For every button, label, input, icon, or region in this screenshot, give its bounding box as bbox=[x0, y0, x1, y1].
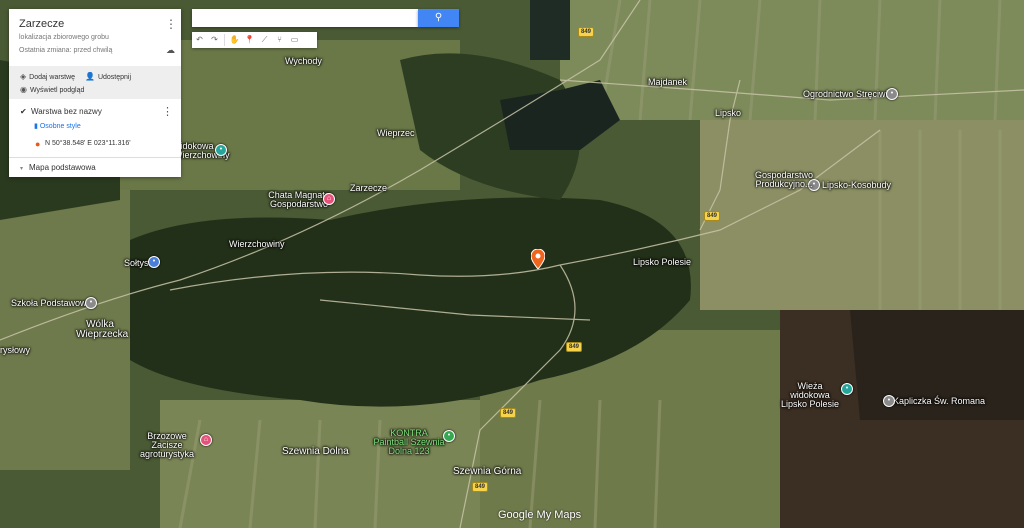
chevron-down-icon: ▾ bbox=[20, 166, 24, 172]
layer-name: Warstwa bez nazwy bbox=[31, 107, 102, 116]
place-label[interactable]: Wólka Wieprzecka bbox=[76, 320, 128, 340]
place-label[interactable]: Wierzchowiny bbox=[229, 239, 285, 249]
layers-icon: ◈ bbox=[20, 72, 27, 81]
individual-styles-label: Osobne style bbox=[39, 123, 81, 130]
poi-marker-icon[interactable]: • bbox=[886, 88, 898, 100]
map-panel: Zarzecze ⋮ lokalizacja zbiorowego grobu … bbox=[9, 9, 181, 177]
place-label[interactable]: Brzozowe Zacisze agroturystyka bbox=[134, 432, 200, 459]
orange-pin-icon: ● bbox=[35, 139, 41, 149]
place-label[interactable]: rysłowy bbox=[0, 345, 30, 355]
preview-button[interactable]: ◉ Wyświetl podgląd bbox=[20, 85, 84, 94]
place-label[interactable]: Szewnia Górna bbox=[453, 466, 521, 477]
toolbar-divider bbox=[224, 34, 225, 46]
search-icon: ⚲ bbox=[434, 12, 443, 23]
coordinate-item[interactable]: N 50°38.548' E 023°11.316' bbox=[45, 140, 131, 147]
ruler-icon[interactable]: ▭ bbox=[287, 32, 302, 48]
hand-icon[interactable]: ✋ bbox=[227, 32, 242, 48]
line-icon[interactable]: ⟋ bbox=[257, 32, 272, 48]
place-label[interactable]: Sołtys bbox=[124, 258, 149, 268]
layer-options-icon[interactable]: ⋮ bbox=[162, 105, 173, 118]
divider bbox=[9, 157, 181, 158]
church-marker-icon[interactable]: • bbox=[883, 395, 895, 407]
panel-actions: ◈ Dodaj warstwę 👤 Udostępnij ◉ Wyświetl pod… bbox=[9, 66, 181, 99]
place-label[interactable]: Kapliczka Św. Romana bbox=[893, 396, 985, 406]
undo-icon[interactable]: ↶ bbox=[192, 32, 207, 48]
share-label: Udostępnij bbox=[97, 74, 132, 81]
road-shield: 849 bbox=[704, 211, 721, 221]
place-label[interactable]: Zarzecze bbox=[350, 183, 387, 193]
place-label[interactable]: Lipsko-Kosobudy bbox=[822, 180, 891, 190]
road-shield: 849 bbox=[566, 342, 583, 352]
location-pin-icon[interactable] bbox=[531, 249, 545, 269]
more-options-icon[interactable]: ⋮ bbox=[165, 17, 177, 31]
basemap-label: Mapa podstawowa bbox=[29, 163, 96, 172]
paintball-marker-icon[interactable]: • bbox=[443, 430, 455, 442]
map-description[interactable]: lokalizacja zbiorowego grobu bbox=[19, 34, 109, 41]
place-label[interactable]: Lipsko Polesie bbox=[633, 257, 691, 267]
brand-logo: Google My Maps bbox=[498, 509, 582, 521]
add-layer-button[interactable]: ◈ Dodaj warstwę bbox=[20, 72, 75, 81]
last-change-text: Ostatnia zmiana: przed chwilą bbox=[19, 47, 113, 54]
add-layer-label: Dodaj warstwę bbox=[29, 74, 76, 81]
hotel-marker-icon[interactable]: ⌂ bbox=[200, 434, 212, 446]
place-label[interactable]: KONTRA Paintball Szewnia Dolna 123 bbox=[372, 429, 446, 456]
add-person-icon: 👤 bbox=[85, 72, 95, 81]
place-label[interactable]: Ogrodnictwo Stręciwilk bbox=[803, 89, 894, 99]
viewpoint-marker-icon[interactable]: • bbox=[841, 383, 853, 395]
redo-icon[interactable]: ↷ bbox=[207, 32, 222, 48]
place-label[interactable]: Gospodarstwo Produkcyjno... bbox=[755, 171, 813, 189]
school-marker-icon[interactable]: • bbox=[85, 297, 97, 309]
place-label[interactable]: Lipsko bbox=[715, 108, 741, 118]
road-shield: 849 bbox=[472, 482, 489, 492]
hotel-marker-icon[interactable]: ⌂ bbox=[323, 193, 335, 205]
share-button[interactable]: 👤 Udostępnij bbox=[85, 72, 131, 81]
search-input[interactable] bbox=[192, 9, 418, 27]
individual-styles-link[interactable]: ▮ Osobne style bbox=[34, 122, 81, 130]
place-label[interactable]: Majdanek bbox=[648, 77, 687, 87]
road-shield: 849 bbox=[578, 27, 595, 37]
layer-row[interactable]: ✔ Warstwa bez nazwy bbox=[20, 107, 102, 116]
eye-icon: ◉ bbox=[20, 85, 27, 94]
place-label[interactable]: Szkoła Podstawowa bbox=[11, 298, 92, 308]
office-marker-icon[interactable]: • bbox=[148, 256, 160, 268]
place-label[interactable]: Wieprzec bbox=[377, 128, 415, 138]
road-shield: 849 bbox=[500, 408, 517, 418]
marker-icon[interactable]: 📍 bbox=[242, 32, 257, 48]
map-toolbar: ↶ ↷ ✋ 📍 ⟋ ⑂ ▭ bbox=[192, 32, 317, 48]
layer-checkbox[interactable]: ✔ bbox=[20, 107, 27, 116]
cloud-saved-icon: ☁ bbox=[166, 45, 175, 55]
preview-label: Wyświetl podgląd bbox=[29, 87, 85, 94]
search-button[interactable]: ⚲ bbox=[418, 9, 459, 27]
map-title[interactable]: Zarzecze bbox=[19, 18, 64, 30]
place-label[interactable]: Szewnia Dolna bbox=[282, 446, 349, 457]
viewpoint-marker-icon[interactable]: • bbox=[215, 144, 227, 156]
place-label[interactable]: Wieża widokowa Lipsko Polesie bbox=[778, 382, 842, 409]
basemap-row[interactable]: ▾ Mapa podstawowa bbox=[20, 163, 96, 172]
route-icon[interactable]: ⑂ bbox=[272, 32, 287, 48]
place-label[interactable]: Wychody bbox=[285, 56, 322, 66]
paint-icon: ▮ bbox=[34, 123, 38, 130]
